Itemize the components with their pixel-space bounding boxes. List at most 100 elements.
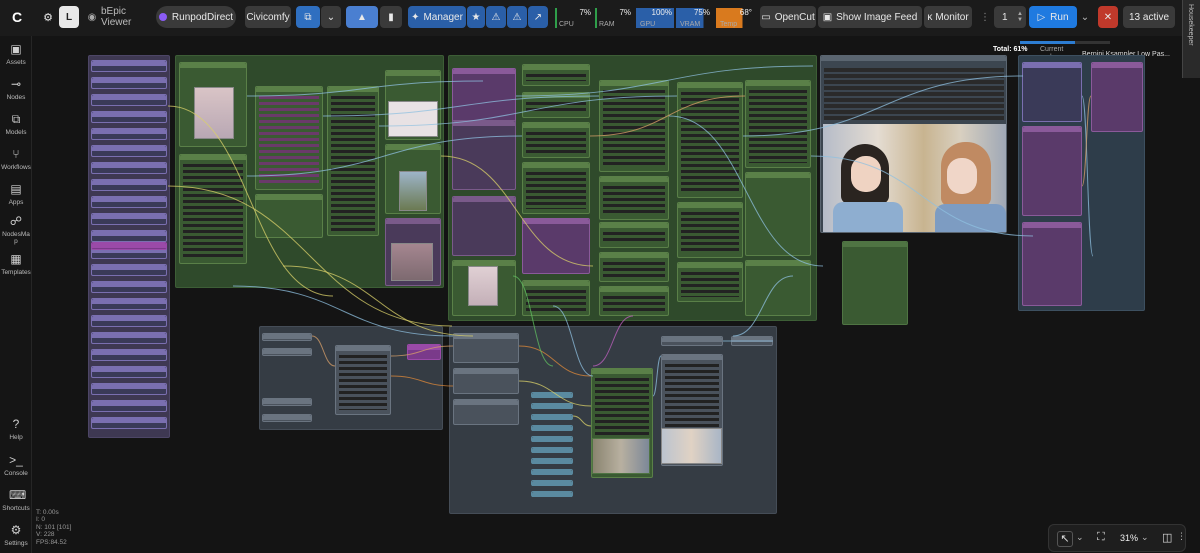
zoom-chevron-icon[interactable]: ⌄ xyxy=(1141,532,1149,543)
sidebar: ▣ Assets ⊸ Nodes ⧉ Models ⑂ Workflows ▤ Apps … xyxy=(0,36,32,553)
lock-view-button[interactable]: L xyxy=(59,6,79,28)
node-link xyxy=(572,415,592,427)
sidebar-item-workflows[interactable]: ⑂ Workflows xyxy=(0,147,32,171)
node-link xyxy=(515,65,814,97)
stepper-icon: ▲ ▼ xyxy=(1017,11,1023,23)
active-count[interactable]: 13 active xyxy=(1123,6,1175,28)
screenshot-dropdown-icon[interactable]: ⌄ xyxy=(321,6,341,28)
select-tool-icon[interactable]: ↖ xyxy=(1057,531,1073,547)
node-link xyxy=(390,375,454,387)
sidebar-item-nodes[interactable]: ⊸ Nodes xyxy=(0,77,32,101)
node-links xyxy=(167,65,1094,427)
stat-i: I: 0 xyxy=(36,516,46,524)
queue-count-value: 1 xyxy=(1002,11,1008,23)
node-link xyxy=(589,95,746,137)
node-link xyxy=(810,155,1034,237)
manager-label: Manager xyxy=(423,11,463,23)
vram-stat: 75% VRAM xyxy=(676,8,712,28)
image-feed-button[interactable]: ▣ Show Image Feed xyxy=(818,6,922,28)
node-link xyxy=(246,80,484,97)
share-icon[interactable]: ↗ xyxy=(528,6,548,28)
node-link xyxy=(1081,95,1092,187)
run-label: Run xyxy=(1050,11,1069,23)
run-options-chevron-icon[interactable]: ⌄ xyxy=(1078,6,1092,28)
node-link xyxy=(232,285,454,337)
manager-button[interactable]: ✦ Manager xyxy=(408,6,466,28)
graph-tools-icon[interactable]: ⚙ xyxy=(39,6,57,28)
node-link xyxy=(440,155,594,267)
minimap-icon[interactable]: ◫ xyxy=(1162,531,1172,544)
star-icon[interactable]: ★ xyxy=(467,6,485,28)
temp-stat: 68° Temp xyxy=(716,8,754,28)
model-icon-b[interactable]: ⚠ xyxy=(507,6,527,28)
node-canvas[interactable] xyxy=(33,36,1200,553)
triangle-logo-icon[interactable]: ▲ xyxy=(346,6,378,28)
sidebar-item-settings[interactable]: ⚙ Settings xyxy=(0,523,32,547)
node-link xyxy=(167,185,453,327)
eye-icon[interactable]: ◉ xyxy=(85,6,99,28)
opencut-button[interactable]: ▭ OpenCut xyxy=(760,6,816,28)
comfy-logo[interactable]: C xyxy=(6,6,28,28)
sidebar-item-help[interactable]: ? Help xyxy=(0,417,32,441)
stop-button[interactable]: ✕ xyxy=(1098,6,1118,28)
node-link xyxy=(512,275,554,367)
node-link xyxy=(552,305,594,377)
sidebar-item-console[interactable]: >_ Console xyxy=(0,453,32,477)
assets-icon: ▣ xyxy=(10,42,22,56)
tool-chevron-icon[interactable]: ⌄ xyxy=(1076,532,1084,543)
templates-icon: ▦ xyxy=(10,252,22,266)
opencut-icon: ▭ xyxy=(761,11,771,23)
node-link xyxy=(652,355,662,397)
stat-vertices: V: 228 xyxy=(36,531,55,539)
runpod-label: RunpodDirect xyxy=(171,11,234,23)
screenshot-button[interactable]: ⧉ xyxy=(296,6,320,28)
monitor-icon: κ xyxy=(927,11,933,23)
civicomfy-button[interactable]: Civicomfy xyxy=(245,6,291,28)
sidebar-item-nodesmap[interactable]: ☍ NodesMa p xyxy=(0,214,32,245)
node-link xyxy=(518,345,592,377)
runpod-icon xyxy=(158,13,167,21)
nodes-icon: ⊸ xyxy=(10,77,22,91)
apps-icon: ▤ xyxy=(10,182,22,196)
sidebar-item-shortcuts[interactable]: ⌨ Shortcuts xyxy=(0,488,32,512)
queue-count-input[interactable]: 1 ▲ ▼ xyxy=(994,6,1026,28)
more-icon[interactable]: ⋮ xyxy=(1177,531,1186,542)
stat-time: T: 0.00s xyxy=(36,509,59,516)
image-feed-icon: ▣ xyxy=(822,11,833,23)
zoom-controls: ↖ ⌄ ⛶ 31% ⌄ ◫ ⋮ xyxy=(1048,524,1186,552)
drag-handle-icon[interactable]: ⋮ xyxy=(980,6,990,28)
node-link xyxy=(742,75,1024,137)
run-button[interactable]: ▷ Run xyxy=(1029,6,1077,28)
models-icon: ⧉ xyxy=(11,112,21,126)
sidebar-item-templates[interactable]: ▦ Templates xyxy=(0,252,32,276)
monitor-label: Monitor xyxy=(935,11,969,23)
model-icon-a[interactable]: ⚠ xyxy=(486,6,506,28)
node-link xyxy=(390,345,454,357)
console-icon: >_ xyxy=(9,453,23,467)
node-link xyxy=(311,335,336,367)
puzzle-icon: ✦ xyxy=(411,11,420,23)
node-link xyxy=(732,275,794,337)
node-link xyxy=(592,315,634,367)
monitor-button[interactable]: κ Monitor xyxy=(924,6,972,28)
sidebar-item-assets[interactable]: ▣ Assets xyxy=(0,42,32,66)
gpu-stat: 100% GPU xyxy=(636,8,674,28)
workflow-name[interactable]: bEpic Viewer xyxy=(101,6,151,28)
help-icon: ? xyxy=(12,417,20,431)
workflows-icon: ⑂ xyxy=(12,147,20,161)
sidebar-item-models[interactable]: ⧉ Models xyxy=(0,112,32,136)
node-link xyxy=(668,115,824,267)
stat-fps: FPS:84.52 xyxy=(36,538,67,546)
fit-view-icon[interactable]: ⛶ xyxy=(1097,531,1105,544)
top-toolbar: C ⚙ L ◉ bEpic Viewer RunpodDirect Civico… xyxy=(0,0,1200,78)
opencut-label: OpenCut xyxy=(774,11,815,23)
shortcuts-icon: ⌨ xyxy=(9,488,27,502)
bookmark-icon[interactable]: ▮ xyxy=(380,6,402,28)
node-link xyxy=(246,135,523,177)
zoom-level[interactable]: 31% xyxy=(1120,533,1138,543)
runpod-button[interactable]: RunpodDirect xyxy=(156,6,236,28)
settings-icon: ⚙ xyxy=(10,523,22,537)
sidebar-item-apps[interactable]: ▤ Apps xyxy=(0,182,32,206)
play-icon: ▷ xyxy=(1037,11,1046,23)
node-link xyxy=(322,95,600,117)
